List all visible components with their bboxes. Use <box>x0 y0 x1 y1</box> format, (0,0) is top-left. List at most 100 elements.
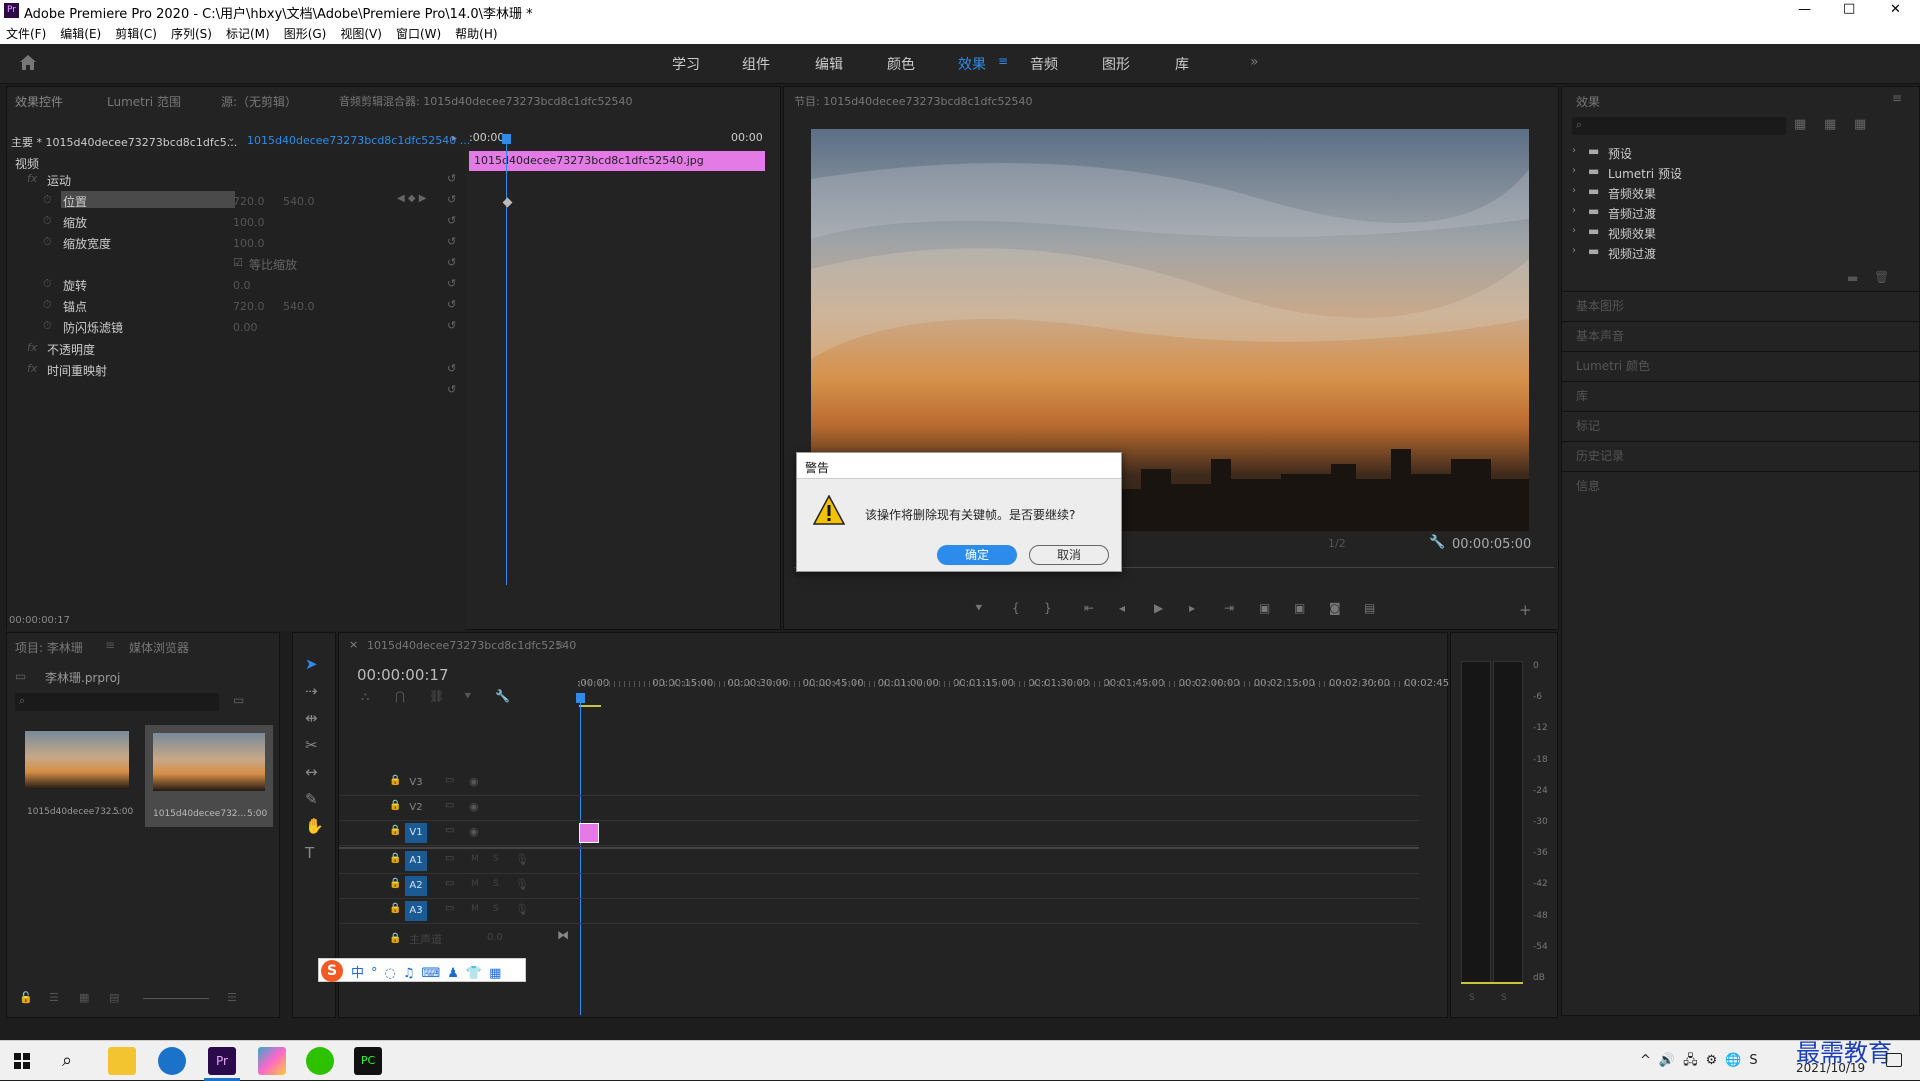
menu-icon[interactable]: ≡ <box>1892 91 1902 105</box>
reset-icon[interactable]: ↺ <box>447 193 456 206</box>
delete-icon[interactable]: 🗑 <box>1874 270 1889 284</box>
menu-item[interactable]: 序列(S) <box>171 27 212 41</box>
add-button-icon[interactable]: + <box>1519 601 1532 619</box>
collapsed-panel[interactable]: Lumetri 颜色 <box>1576 357 1650 374</box>
add-marker-icon[interactable]: ⯆ <box>974 601 984 616</box>
menu-item[interactable]: 窗口(W) <box>396 27 441 41</box>
mark-out-icon[interactable]: } <box>1044 601 1052 615</box>
property-name[interactable]: 缩放宽度 <box>63 235 111 252</box>
collapsed-panel[interactable]: 基本图形 <box>1576 297 1624 314</box>
workspace-tab[interactable]: 效果 <box>958 54 986 74</box>
clip-selector[interactable]: 1015d40decee73273bcd8c1dfc52540 ... <box>247 134 470 147</box>
workspace-tab[interactable]: 编辑 <box>815 54 843 74</box>
solo-icon[interactable]: S <box>493 904 499 914</box>
menu-item[interactable]: 图形(G) <box>284 27 327 41</box>
list-view-icon[interactable]: ☰ <box>49 991 59 1004</box>
track-target[interactable]: V3 <box>405 773 427 793</box>
new-bin-icon[interactable]: ▭ <box>233 693 244 707</box>
menu-item[interactable]: 视图(V) <box>340 27 382 41</box>
sync-lock-icon[interactable]: ▭ <box>445 878 454 889</box>
stopwatch-icon[interactable]: ⏱ <box>43 277 52 291</box>
property-value[interactable]: 720.0 <box>233 300 265 313</box>
property-value[interactable]: 100.0 <box>233 237 265 250</box>
master-expand-icon[interactable]: ⧓ <box>557 928 569 942</box>
effects-folder[interactable]: 音频效果 <box>1608 185 1656 202</box>
keyframe-diamond[interactable] <box>502 197 513 208</box>
workspace-tab[interactable]: 颜色 <box>887 54 915 74</box>
collapsed-panel[interactable]: 标记 <box>1576 417 1600 434</box>
collapsed-panel[interactable]: 信息 <box>1576 477 1600 494</box>
menu-item[interactable]: 编辑(E) <box>60 27 101 41</box>
stopwatch-icon[interactable]: ⏱ <box>43 193 52 207</box>
lift-icon[interactable]: ▣ <box>1259 601 1270 615</box>
wechat-icon[interactable] <box>306 1047 334 1075</box>
timeline-playhead-handle[interactable] <box>576 693 585 703</box>
effects-folder[interactable]: Lumetri 预设 <box>1608 165 1682 182</box>
effects-folder[interactable]: 视频效果 <box>1608 225 1656 242</box>
tab-media-browser[interactable]: 媒体浏览器 <box>129 639 189 656</box>
sync-lock-icon[interactable]: ▭ <box>445 825 454 836</box>
property-name[interactable]: 防闪烁滤镜 <box>63 319 123 336</box>
workspace-tab[interactable]: 组件 <box>742 54 770 74</box>
ime-toolbar[interactable]: S 中°◌♫⌨♟👕▦ <box>318 958 526 982</box>
slip-tool-icon[interactable]: ↔ <box>305 759 324 786</box>
zoom-fraction[interactable]: 1/2 <box>1328 537 1346 550</box>
tab-effect-controls[interactable]: 效果控件 <box>15 93 63 110</box>
reset-icon[interactable]: ↺ <box>447 319 456 332</box>
timeline-playhead[interactable] <box>580 695 581 1015</box>
snap-icon[interactable]: ⋂ <box>395 689 405 703</box>
folder-icon[interactable]: ▬ <box>1847 271 1858 285</box>
microphone-icon[interactable]: 🎙 <box>515 878 529 891</box>
reset-icon[interactable]: ↺ <box>447 362 456 375</box>
solo-icon[interactable]: S <box>493 854 499 864</box>
minimize-button[interactable]: — <box>1798 2 1811 17</box>
sequence-tab[interactable]: 1015d40decee73273bcd8c1dfc52540 <box>367 639 576 652</box>
track-lock-icon[interactable]: 🔒 <box>389 878 401 889</box>
reset-icon[interactable]: ↺ <box>447 256 456 269</box>
close-tab-icon[interactable]: × <box>349 638 358 651</box>
lock-icon[interactable]: 🔓 <box>19 991 33 1004</box>
property-name[interactable]: 缩放 <box>63 214 87 231</box>
track-select-tool-icon[interactable]: ⇢ <box>305 678 324 705</box>
track-target[interactable]: A1 <box>405 851 427 871</box>
selection-tool-icon[interactable]: ➤ <box>305 651 324 678</box>
reset-icon[interactable]: ↺ <box>447 277 456 290</box>
expand-chevron-icon[interactable]: › <box>1572 205 1576 216</box>
effect-motion[interactable]: 运动 <box>47 172 71 189</box>
tab-source[interactable]: 源:（无剪辑） <box>221 93 297 110</box>
workspace-tab[interactable]: 学习 <box>672 54 700 74</box>
settings-wrench-icon[interactable]: 🔧 <box>1429 535 1445 550</box>
eye-icon[interactable]: ◉ <box>469 825 479 838</box>
track-target[interactable]: A3 <box>405 901 427 921</box>
property-name[interactable]: 等比缩放 <box>249 256 297 273</box>
edge-browser-icon[interactable] <box>158 1047 186 1075</box>
tab-lumetri-scopes[interactable]: Lumetri 范围 <box>107 93 181 110</box>
chevron-down-icon[interactable]: ⌄ <box>227 133 235 144</box>
sort-icon[interactable]: ☰ <box>227 991 237 1004</box>
file-explorer-icon[interactable] <box>108 1047 136 1075</box>
ok-button[interactable]: 确定 <box>937 545 1017 565</box>
property-name[interactable]: 位置 <box>63 193 87 210</box>
menu-icon[interactable]: ≡ <box>555 638 565 652</box>
solo-right-button[interactable]: S <box>1501 993 1507 1003</box>
tab-project[interactable]: 项目: 李林珊 <box>15 639 83 656</box>
property-name[interactable]: 旋转 <box>63 277 87 294</box>
add-marker-icon[interactable]: ⯆ <box>463 689 473 704</box>
comparison-icon[interactable]: ▤ <box>1364 601 1375 615</box>
ec-clip-bar[interactable]: 1015d40decee73273bcd8c1dfc52540.jpg <box>469 151 765 171</box>
track-lock-icon[interactable]: 🔒 <box>389 903 401 914</box>
timeline-timecode[interactable]: 00:00:00:17 <box>357 666 449 684</box>
notification-icon[interactable] <box>1886 1053 1902 1067</box>
sync-lock-icon[interactable]: ▭ <box>445 853 454 864</box>
work-area-bar[interactable] <box>579 705 601 707</box>
nest-icon[interactable]: ⛬ <box>361 689 369 704</box>
property-name[interactable]: 锚点 <box>63 298 87 315</box>
windows-start-icon[interactable] <box>14 1053 30 1069</box>
menu-item[interactable]: 标记(M) <box>226 27 270 41</box>
effects-folder[interactable]: 视频过渡 <box>1608 245 1656 262</box>
expand-chevron-icon[interactable]: › <box>1572 225 1576 236</box>
property-value[interactable]: 100.0 <box>233 216 265 229</box>
effect-opacity[interactable]: 不透明度 <box>47 341 95 358</box>
linked-selection-icon[interactable]: ⛓ <box>429 689 444 703</box>
track-target[interactable]: V2 <box>405 798 427 818</box>
